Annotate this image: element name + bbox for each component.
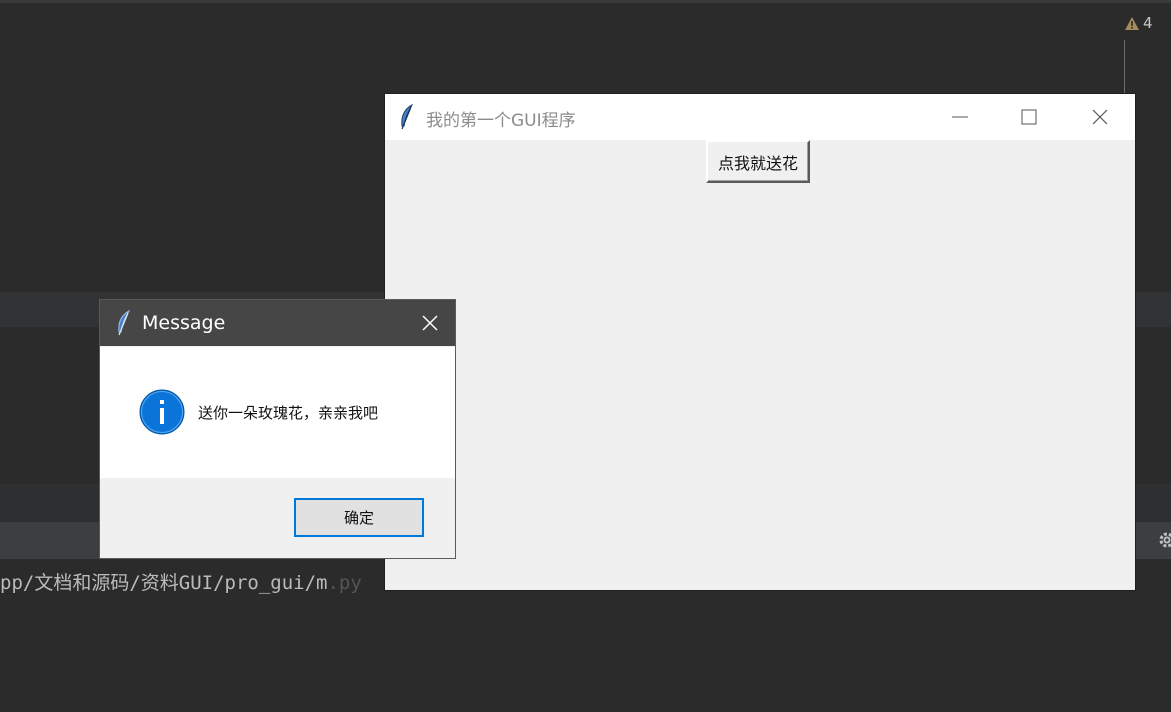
message-titlebar[interactable]: Message — [100, 300, 455, 346]
minimize-icon — [952, 116, 968, 118]
message-dialog: Message 送你一朵玫瑰花，亲亲我吧 确定 — [100, 300, 455, 558]
message-close-button[interactable] — [405, 300, 455, 346]
warning-icon — [1125, 16, 1139, 30]
warning-indicator[interactable]: 4 — [1124, 14, 1153, 32]
editor-scroll-marker — [1124, 40, 1125, 95]
info-icon — [139, 389, 185, 435]
main-window: 我的第一个GUI程序 点我就送花 — [385, 94, 1135, 590]
warning-count: 4 — [1143, 14, 1153, 32]
close-icon — [1092, 109, 1108, 125]
ok-button[interactable]: 确定 — [294, 498, 424, 537]
console-output: pp/文档和源码/资料GUI/pro_gui/m.py — [0, 568, 362, 595]
gear-icon[interactable] — [1157, 531, 1171, 549]
console-path-tail: .py — [327, 572, 362, 594]
message-body: 送你一朵玫瑰花，亲亲我吧 — [100, 347, 455, 478]
message-title: Message — [142, 312, 226, 334]
close-button[interactable] — [1077, 94, 1123, 140]
main-window-title: 我的第一个GUI程序 — [426, 111, 576, 131]
close-icon — [422, 315, 438, 331]
maximize-icon — [1021, 109, 1037, 125]
maximize-button[interactable] — [1006, 94, 1052, 140]
console-path: pp/文档和源码/资料GUI/pro_gui/m — [0, 572, 328, 594]
ide-top-border — [0, 0, 1171, 3]
main-titlebar[interactable]: 我的第一个GUI程序 — [385, 94, 1135, 140]
message-text: 送你一朵玫瑰花，亲亲我吧 — [198, 404, 379, 422]
minimize-button[interactable] — [937, 94, 983, 140]
feather-icon — [401, 104, 414, 130]
send-flower-button[interactable]: 点我就送花 — [706, 140, 810, 183]
feather-icon — [118, 310, 131, 336]
